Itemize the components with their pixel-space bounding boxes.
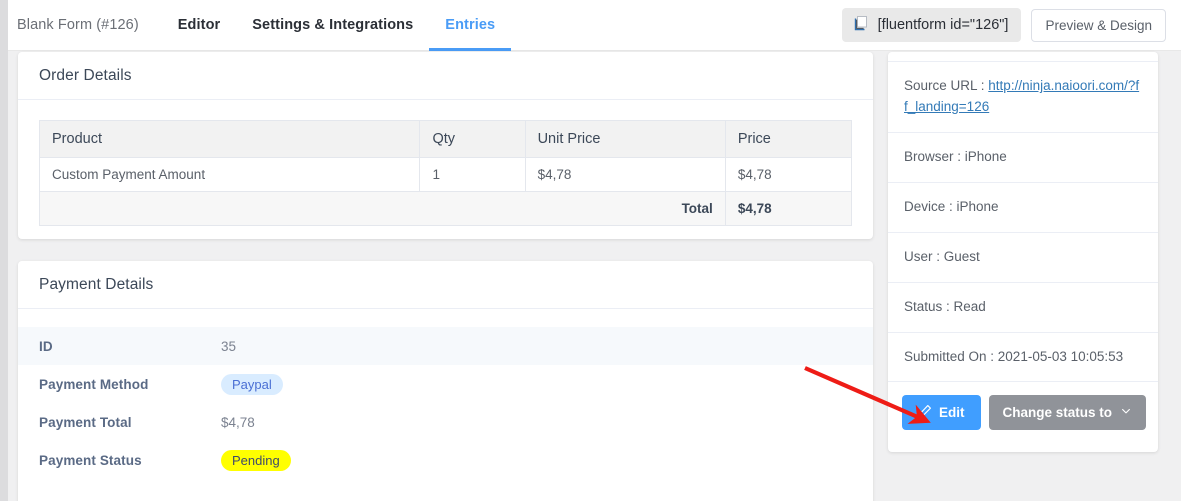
- payment-value-status: Pending: [221, 450, 291, 471]
- order-details-card: Order Details Product Qty Unit Price Pri…: [18, 52, 873, 239]
- page-title: Blank Form (#126): [17, 17, 139, 33]
- table-header-row: Product Qty Unit Price Price: [40, 121, 852, 158]
- payment-value-id: 35: [221, 339, 236, 354]
- order-details-header: Order Details: [18, 52, 873, 100]
- payment-value-total: $4,78: [221, 415, 255, 430]
- column-header-qty: Qty: [420, 121, 525, 158]
- column-header-product: Product: [40, 121, 420, 158]
- change-status-button[interactable]: Change status to: [989, 395, 1147, 430]
- tab-entries[interactable]: Entries: [429, 0, 511, 51]
- entry-info-sidebar: Source URL : http://ninja.naioori.com/?f…: [888, 52, 1158, 452]
- payment-row-method: Payment Method Paypal: [18, 365, 873, 403]
- chevron-down-icon: [1120, 405, 1132, 420]
- edit-button[interactable]: Edit: [902, 395, 981, 430]
- payment-details-rows: ID 35 Payment Method Paypal Payment Tota…: [18, 309, 873, 479]
- column-header-unit-price: Unit Price: [525, 121, 725, 158]
- payment-details-card: Payment Details ID 35 Payment Method Pay…: [18, 261, 873, 501]
- cell-price: $4,78: [725, 158, 851, 192]
- sidebar-row-submitted-on: Submitted On : 2021-05-03 10:05:53: [888, 333, 1158, 383]
- table-total-row: Total $4,78: [40, 192, 852, 226]
- column-header-price: Price: [725, 121, 851, 158]
- order-details-title: Order Details: [39, 67, 132, 85]
- cell-product: Custom Payment Amount: [40, 158, 420, 192]
- shortcode-text: [fluentform id="126"]: [878, 17, 1009, 33]
- total-value: $4,78: [725, 192, 851, 226]
- payment-label-method: Payment Method: [39, 377, 221, 392]
- preview-design-button[interactable]: Preview & Design: [1031, 9, 1166, 42]
- pencil-icon: [918, 404, 932, 421]
- payment-details-header: Payment Details: [18, 261, 873, 309]
- tab-settings-integrations[interactable]: Settings & Integrations: [236, 0, 429, 51]
- payment-details-title: Payment Details: [39, 276, 153, 294]
- sidebar-row-browser: Browser : iPhone: [888, 133, 1158, 183]
- cell-unit-price: $4,78: [525, 158, 725, 192]
- payment-row-total: Payment Total $4,78: [18, 403, 873, 441]
- change-status-label: Change status to: [1003, 405, 1113, 420]
- cell-qty: 1: [420, 158, 525, 192]
- edit-button-label: Edit: [939, 405, 965, 420]
- payment-value-method: Paypal: [221, 374, 283, 395]
- payment-label-total: Payment Total: [39, 415, 221, 430]
- payment-method-badge: Paypal: [221, 374, 283, 395]
- table-row: Custom Payment Amount 1 $4,78 $4,78: [40, 158, 852, 192]
- order-table-body: Custom Payment Amount 1 $4,78 $4,78 Tota…: [40, 158, 852, 226]
- source-url-label: Source URL :: [904, 78, 988, 93]
- form-nav-tabs: Editor Settings & Integrations Entries: [162, 0, 511, 51]
- payment-row-status: Payment Status Pending: [18, 441, 873, 479]
- tab-editor[interactable]: Editor: [162, 0, 237, 51]
- sidebar-row-user: User : Guest: [888, 233, 1158, 283]
- payment-label-status: Payment Status: [39, 453, 221, 468]
- shortcode-chip[interactable]: [fluentform id="126"]: [842, 8, 1022, 42]
- header-actions: [fluentform id="126"] Preview & Design: [842, 8, 1181, 42]
- payment-label-id: ID: [39, 339, 221, 354]
- wp-admin-gutter: [0, 0, 8, 501]
- order-items-table: Product Qty Unit Price Price Custom Paym…: [39, 120, 852, 226]
- order-table-head: Product Qty Unit Price Price: [40, 121, 852, 158]
- sidebar-row-source-url: Source URL : http://ninja.naioori.com/?f…: [888, 62, 1158, 133]
- total-label: Total: [40, 192, 726, 226]
- payment-row-id: ID 35: [18, 327, 873, 365]
- sidebar-row-device: Device : iPhone: [888, 183, 1158, 233]
- sidebar-action-bar: Edit Change status to: [888, 382, 1158, 443]
- form-header-bar: Blank Form (#126) Editor Settings & Inte…: [8, 0, 1181, 51]
- copy-icon: [853, 15, 869, 35]
- order-details-body: Product Qty Unit Price Price Custom Paym…: [18, 100, 873, 246]
- app-screen: Blank Form (#126) Editor Settings & Inte…: [0, 0, 1181, 501]
- sidebar-top-spacer: [888, 52, 1158, 62]
- status-badge: Pending: [221, 450, 291, 471]
- sidebar-row-status: Status : Read: [888, 283, 1158, 333]
- entry-content-area: Order Details Product Qty Unit Price Pri…: [8, 51, 1181, 501]
